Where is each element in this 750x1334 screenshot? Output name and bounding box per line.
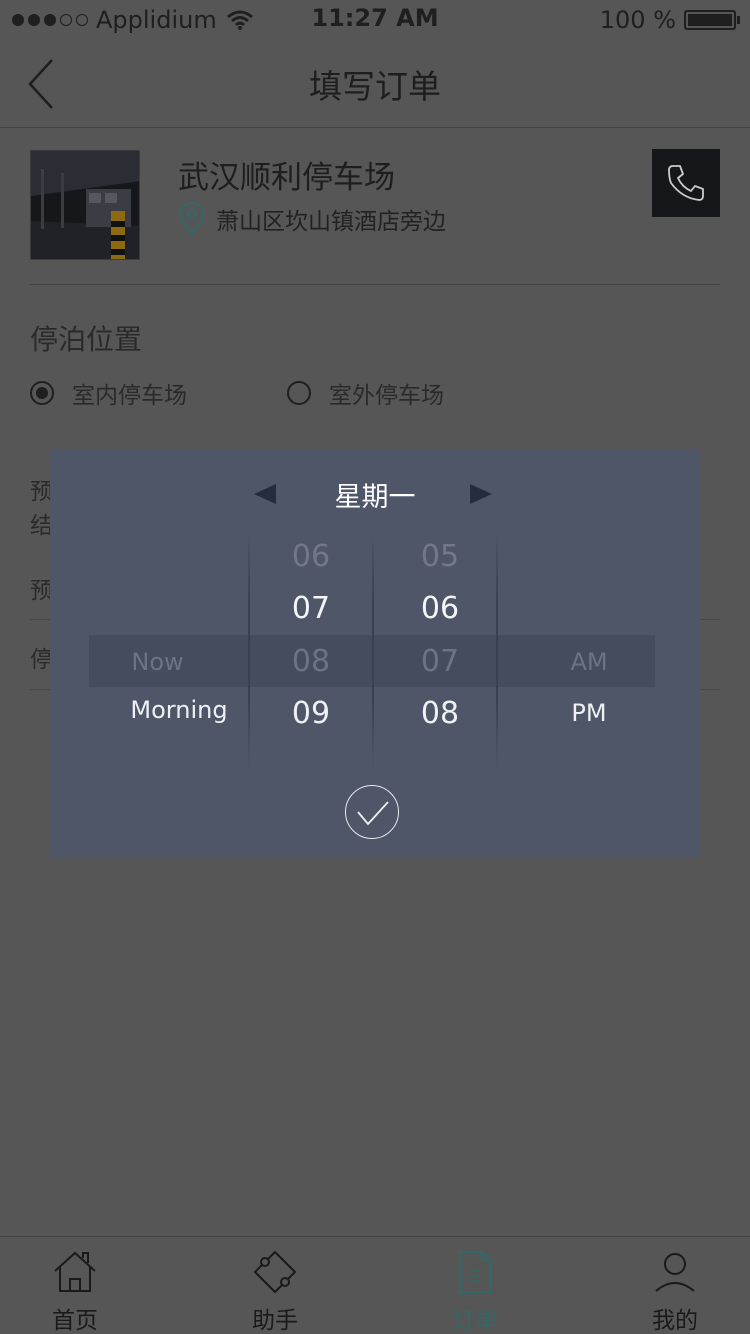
parking-lot-name: 武汉顺利停车场	[178, 160, 395, 196]
navigation-bar: 填写订单	[0, 40, 750, 128]
battery-icon	[684, 10, 740, 30]
order-document-icon	[459, 1251, 491, 1293]
card-divider	[30, 284, 720, 285]
page-title: 填写订单	[309, 67, 441, 106]
bottom-tab-bar: 首页 助手 订单 我的	[0, 1236, 750, 1334]
tab-label: 订单	[452, 1308, 498, 1334]
radio-indoor[interactable]: 室内停车场	[30, 376, 187, 410]
home-icon	[54, 1251, 96, 1292]
order-form-page: Applidium 11:27 AM 100 % 填写订单 武汉顺利停车场 萧山…	[0, 0, 750, 1334]
tab-label: 我的	[652, 1308, 698, 1334]
radio-unchecked-icon[interactable]	[287, 381, 311, 405]
battery-percent: 100 %	[599, 6, 676, 34]
confirm-button[interactable]	[345, 785, 399, 839]
tab-label: 助手	[252, 1308, 298, 1334]
parking-lot-address: 萧山区坎山镇酒店旁边	[178, 201, 446, 237]
period-option[interactable]: PM	[498, 699, 680, 727]
tab-label: 首页	[52, 1308, 98, 1334]
hour-option-selected[interactable]: 08	[250, 644, 372, 679]
profile-icon	[655, 1253, 695, 1292]
hour-option[interactable]: 06	[250, 539, 372, 574]
tab-assistant[interactable]: 助手	[200, 1237, 350, 1334]
tab-orders[interactable]: 订单	[400, 1237, 550, 1334]
call-button[interactable]	[652, 149, 720, 217]
phone-icon	[668, 165, 704, 201]
location-pin-icon	[179, 201, 205, 236]
minute-option[interactable]: 05	[374, 539, 506, 574]
minute-option-selected[interactable]: 07	[374, 644, 506, 679]
tab-profile[interactable]: 我的	[600, 1237, 750, 1334]
picker-label-option[interactable]: Morning	[90, 696, 268, 724]
hour-option[interactable]: 09	[250, 696, 372, 731]
hour-option[interactable]: 07	[250, 591, 372, 626]
next-day-arrow-icon[interactable]	[470, 484, 492, 504]
radio-outdoor[interactable]: 室外停车场	[287, 376, 444, 410]
time-picker-dialog: 星期一 Now Morning 06 07 08 09 05 06 07 08 …	[50, 450, 700, 858]
minute-option[interactable]: 08	[374, 696, 506, 731]
puzzle-icon	[254, 1251, 296, 1293]
period-option-selected[interactable]: AM	[498, 648, 680, 676]
picker-label-option[interactable]: Now	[90, 648, 225, 676]
address-text: 萧山区坎山镇酒店旁边	[216, 209, 446, 235]
radio-checked-icon[interactable]	[30, 381, 54, 405]
tab-home[interactable]: 首页	[0, 1237, 150, 1334]
parking-lot-photo	[30, 150, 140, 260]
minute-option[interactable]: 06	[374, 591, 506, 626]
checkmark-icon	[357, 801, 389, 826]
radio-indoor-label: 室内停车场	[72, 383, 187, 409]
status-bar: Applidium 11:27 AM 100 %	[0, 0, 750, 40]
parking-position-title: 停泊位置	[30, 323, 143, 356]
picker-day-label: 星期一	[334, 482, 416, 513]
radio-outdoor-label: 室外停车场	[329, 383, 444, 409]
